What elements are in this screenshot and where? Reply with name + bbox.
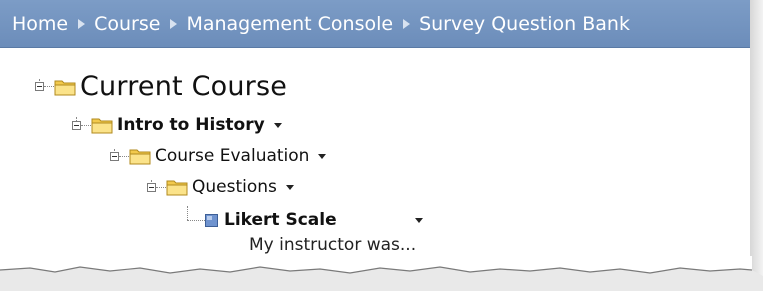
breadcrumb-course[interactable]: Course	[94, 13, 160, 35]
folder-icon	[91, 118, 113, 134]
collapse-icon[interactable]	[110, 151, 119, 161]
tree-connector	[156, 186, 166, 188]
dropdown-caret-icon[interactable]	[273, 122, 282, 128]
breadcrumb: Home Course Management Console Survey Qu…	[0, 0, 752, 48]
tree-node-current-course: Current Course	[35, 71, 287, 102]
collapse-icon[interactable]	[72, 120, 81, 130]
dropdown-caret-icon[interactable]	[285, 184, 294, 190]
tree-node-label[interactable]: Intro to History	[117, 115, 265, 135]
page-edge-shadow	[750, 0, 763, 291]
torn-edge	[0, 256, 763, 291]
tree-node-questions: Questions	[147, 177, 294, 197]
question-description: My instructor was...	[249, 235, 417, 255]
folder-icon	[166, 180, 188, 196]
tree-node-intro-to-history: Intro to History	[72, 115, 282, 135]
question-item-icon	[205, 213, 218, 227]
tree-connector	[187, 219, 205, 221]
tree-item-likert-scale: Likert Scale	[187, 210, 423, 230]
tree-node-course-evaluation: Course Evaluation	[110, 146, 327, 166]
tree-connector	[81, 124, 91, 126]
tree-node-label[interactable]: Questions	[192, 177, 277, 197]
collapse-icon[interactable]	[147, 182, 156, 192]
screenshot-frame: Home Course Management Console Survey Qu…	[0, 0, 763, 291]
breadcrumb-survey-question-bank[interactable]: Survey Question Bank	[419, 13, 630, 35]
breadcrumb-separator-icon	[78, 18, 86, 29]
collapse-icon[interactable]	[35, 82, 44, 91]
breadcrumb-separator-icon	[403, 18, 411, 29]
question-title[interactable]: Likert Scale	[224, 210, 337, 230]
tree-node-label[interactable]: Current Course	[80, 71, 287, 102]
breadcrumb-home[interactable]: Home	[12, 13, 68, 35]
folder-icon	[129, 149, 151, 165]
tree-connector	[119, 155, 129, 157]
folder-icon	[54, 80, 76, 95]
dropdown-caret-icon[interactable]	[414, 217, 423, 223]
tree-connector	[44, 86, 54, 87]
dropdown-caret-icon[interactable]	[318, 153, 327, 159]
tree-view: Current Course Intro to History Course E…	[0, 49, 750, 274]
breadcrumb-separator-icon	[170, 18, 178, 29]
tree-node-label[interactable]: Course Evaluation	[155, 146, 309, 166]
breadcrumb-management-console[interactable]: Management Console	[186, 13, 393, 35]
